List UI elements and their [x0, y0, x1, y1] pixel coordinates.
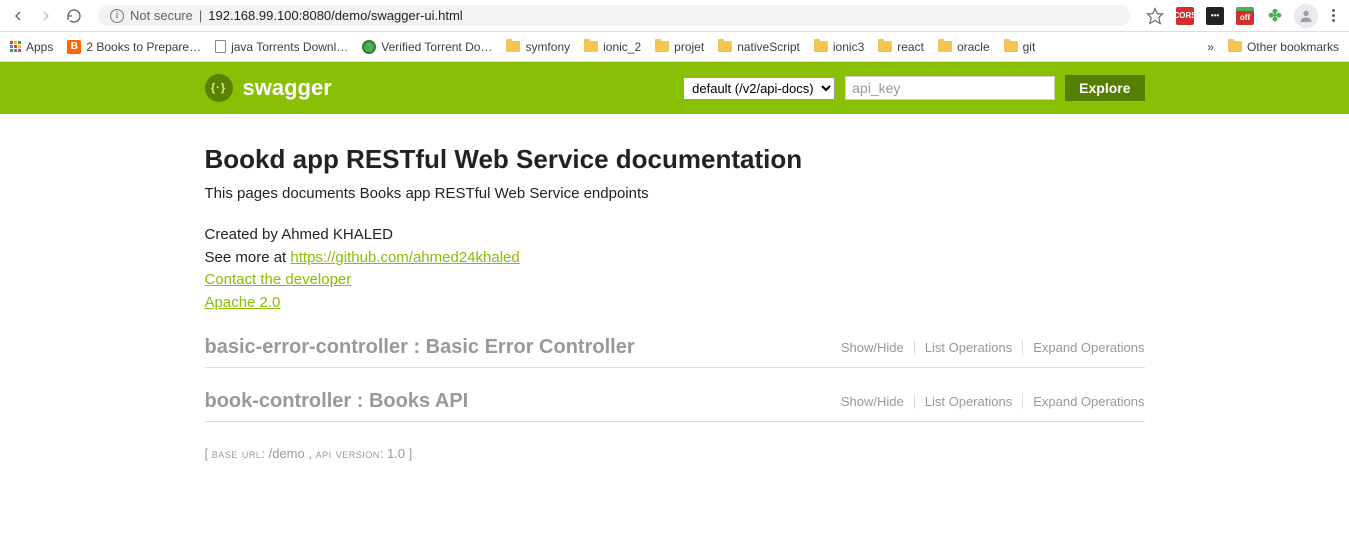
show-hide-link[interactable]: Show/Hide	[831, 394, 915, 409]
folder-icon	[1004, 41, 1018, 52]
star-icon[interactable]	[1144, 5, 1166, 27]
extension-cors-icon[interactable]: CORS	[1174, 5, 1196, 27]
profile-avatar[interactable]	[1294, 4, 1318, 28]
separator: |	[199, 8, 202, 23]
list-operations-link[interactable]: List Operations	[915, 340, 1023, 355]
bookmark-item[interactable]: ionic3	[814, 40, 864, 54]
controller-actions: Show/Hide List Operations Expand Operati…	[831, 340, 1145, 355]
controller-row: book-controller : Books API Show/Hide Li…	[205, 382, 1145, 422]
controller-title[interactable]: book-controller : Books API	[205, 390, 469, 413]
base-url-label: base url	[212, 446, 262, 461]
expand-operations-link[interactable]: Expand Operations	[1023, 394, 1144, 409]
bookmark-item[interactable]: oracle	[938, 40, 990, 54]
expand-operations-link[interactable]: Expand Operations	[1023, 340, 1144, 355]
controller-actions: Show/Hide List Operations Expand Operati…	[831, 394, 1145, 409]
list-operations-link[interactable]: List Operations	[915, 394, 1023, 409]
license-link[interactable]: Apache 2.0	[205, 294, 281, 311]
not-secure-label: Not secure	[130, 8, 193, 23]
info-icon: i	[110, 9, 124, 23]
controller-title[interactable]: basic-error-controller : Basic Error Con…	[205, 336, 635, 359]
folder-icon	[506, 41, 520, 52]
created-by: Created by Ahmed KHALED	[205, 224, 1145, 247]
api-description: This pages documents Books app RESTful W…	[205, 185, 1145, 202]
folder-icon	[814, 41, 828, 52]
api-version-label: api version	[316, 446, 380, 461]
swagger-header: {·} swagger default (/v2/api-docs) Explo…	[0, 62, 1349, 114]
api-meta: Created by Ahmed KHALED See more at http…	[205, 224, 1145, 314]
extension-off-icon[interactable]: off	[1234, 5, 1256, 27]
bookmark-item[interactable]: Verified Torrent Do…	[362, 40, 492, 54]
extension-dots-icon[interactable]: •••	[1204, 5, 1226, 27]
folder-icon	[1228, 41, 1242, 52]
spec-select[interactable]: default (/v2/api-docs)	[683, 77, 835, 100]
folder-icon	[938, 41, 952, 52]
bookmark-item[interactable]: projet	[655, 40, 704, 54]
explore-button[interactable]: Explore	[1065, 75, 1144, 101]
controller-row: basic-error-controller : Basic Error Con…	[205, 328, 1145, 368]
main-content: Bookd app RESTful Web Service documentat…	[195, 114, 1155, 481]
address-bar[interactable]: i Not secure | 192.168.99.100:8080/demo/…	[98, 5, 1130, 26]
url-text: 192.168.99.100:8080/demo/swagger-ui.html	[208, 8, 462, 23]
apps-button[interactable]: Apps	[10, 40, 53, 54]
footer-meta: [ base url: /demo , api version: 1.0 ]	[205, 446, 1145, 461]
api-title: Bookd app RESTful Web Service documentat…	[205, 144, 1145, 175]
torrent-icon	[362, 40, 376, 54]
see-more-link[interactable]: https://github.com/ahmed24khaled	[290, 249, 519, 266]
swagger-logo-icon: {·}	[205, 74, 233, 102]
apps-icon	[10, 41, 21, 52]
folder-icon	[655, 41, 669, 52]
folder-icon	[584, 41, 598, 52]
contact-link[interactable]: Contact the developer	[205, 271, 352, 288]
apps-label: Apps	[26, 40, 53, 54]
blogger-icon: B	[67, 40, 81, 54]
bookmark-bar: Apps B2 Books to Prepare… java Torrents …	[0, 32, 1349, 62]
browser-toolbar: i Not secure | 192.168.99.100:8080/demo/…	[0, 0, 1349, 32]
bookmark-item[interactable]: symfony	[506, 40, 570, 54]
base-url-value: : /demo ,	[261, 446, 312, 461]
api-version-value: : 1.0	[380, 446, 405, 461]
bookmark-item[interactable]: java Torrents Downl…	[215, 40, 348, 54]
swagger-logo-text: swagger	[243, 75, 332, 101]
bookmark-overflow[interactable]: »	[1207, 40, 1214, 54]
bookmark-item[interactable]: ionic_2	[584, 40, 641, 54]
browser-menu[interactable]	[1326, 9, 1341, 22]
show-hide-link[interactable]: Show/Hide	[831, 340, 915, 355]
back-button[interactable]	[8, 6, 28, 26]
other-bookmarks[interactable]: Other bookmarks	[1228, 40, 1339, 54]
reload-button[interactable]	[64, 6, 84, 26]
bookmark-item[interactable]: git	[1004, 40, 1036, 54]
forward-button[interactable]	[36, 6, 56, 26]
file-icon	[215, 40, 226, 53]
folder-icon	[878, 41, 892, 52]
bookmark-item[interactable]: nativeScript	[718, 40, 800, 54]
extension-green-icon[interactable]: ✤	[1264, 5, 1286, 27]
swagger-logo[interactable]: {·} swagger	[205, 74, 332, 102]
folder-icon	[718, 41, 732, 52]
see-more: See more at https://github.com/ahmed24kh…	[205, 247, 1145, 270]
bookmark-item[interactable]: react	[878, 40, 924, 54]
bookmark-item[interactable]: B2 Books to Prepare…	[67, 40, 201, 54]
api-key-input[interactable]	[845, 76, 1055, 100]
